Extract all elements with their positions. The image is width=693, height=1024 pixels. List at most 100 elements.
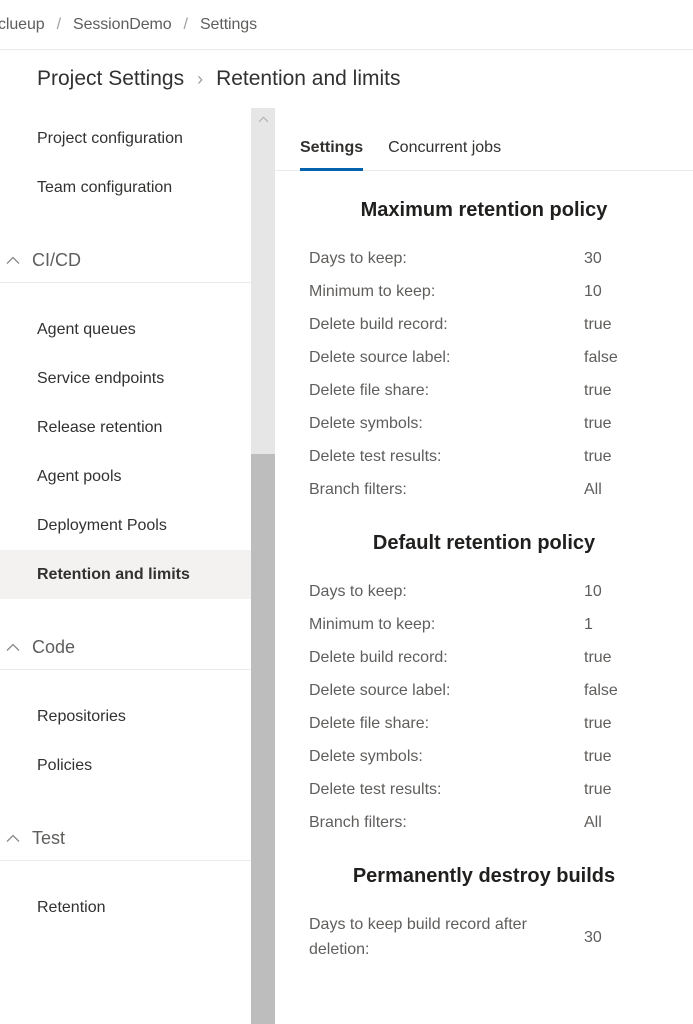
table-row: Days to keep build record after deletion… <box>309 908 693 962</box>
settings-sidebar: Project configuration Team configuration… <box>0 108 275 1024</box>
scrollbar-up-arrow-button[interactable] <box>251 108 275 130</box>
row-value: 30 <box>584 242 693 275</box>
row-key: Delete source label: <box>309 674 584 707</box>
table-row: Branch filters: All <box>309 473 693 506</box>
row-value: true <box>584 440 693 473</box>
sidebar-item-label: Repositories <box>37 708 126 726</box>
sidebar-item-label: Project configuration <box>37 130 183 148</box>
sidebar-item-agent-queues[interactable]: Agent queues <box>0 305 275 354</box>
row-value: 30 <box>584 908 693 950</box>
sidebar-group-label: CI/CD <box>32 250 81 271</box>
row-key: Delete build record: <box>309 308 584 341</box>
table-row: Delete file share: true <box>309 374 693 407</box>
section-title-permanently-destroy-builds: Permanently destroy builds <box>275 839 693 908</box>
row-value: All <box>584 806 693 839</box>
row-value: true <box>584 641 693 674</box>
table-row: Days to keep: 30 <box>309 242 693 275</box>
breadcrumb-separator: / <box>184 16 188 34</box>
row-value: 10 <box>584 275 693 308</box>
row-key: Minimum to keep: <box>309 275 584 308</box>
row-key: Delete file share: <box>309 707 584 740</box>
default-retention-policy-table: Days to keep: 10 Minimum to keep: 1 Dele… <box>275 575 693 839</box>
sidebar-scrollbar[interactable] <box>251 108 275 1024</box>
sidebar-item-policies[interactable]: Policies <box>0 741 275 790</box>
row-key: Delete source label: <box>309 341 584 374</box>
sidebar-item-project-configuration[interactable]: Project configuration <box>0 114 275 163</box>
row-key: Delete file share: <box>309 374 584 407</box>
page-title: Project Settings › Retention and limits <box>0 50 693 108</box>
sidebar-item-label: Retention <box>37 899 106 917</box>
settings-content: Settings Concurrent jobs Maximum retenti… <box>275 108 693 1024</box>
table-row: Delete build record: true <box>309 641 693 674</box>
row-key: Delete test results: <box>309 440 584 473</box>
tab-settings[interactable]: Settings <box>300 139 363 170</box>
sidebar-item-team-configuration[interactable]: Team configuration <box>0 163 275 212</box>
sidebar-item-label: Team configuration <box>37 179 172 197</box>
row-value: false <box>584 674 693 707</box>
row-key: Minimum to keep: <box>309 608 584 641</box>
sidebar-item-test-retention[interactable]: Retention <box>0 883 275 932</box>
sidebar-item-retention-and-limits[interactable]: Retention and limits <box>0 550 275 599</box>
page-title-parent[interactable]: Project Settings <box>37 67 184 91</box>
sidebar-group-cicd: CI/CD <box>0 238 275 283</box>
sidebar-item-label: Agent pools <box>37 468 122 486</box>
row-key: Days to keep: <box>309 575 584 608</box>
sidebar-item-service-endpoints[interactable]: Service endpoints <box>0 354 275 403</box>
sidebar-group-header-code[interactable]: Code <box>0 625 275 669</box>
section-title-maximum-retention-policy: Maximum retention policy <box>275 171 693 242</box>
table-row: Delete test results: true <box>309 773 693 806</box>
sidebar-item-label: Policies <box>37 757 92 775</box>
tab-label: Settings <box>300 139 363 156</box>
scrollbar-thumb[interactable] <box>251 454 275 1024</box>
tab-bar: Settings Concurrent jobs <box>275 108 693 171</box>
sidebar-nav-list: Project configuration Team configuration… <box>0 108 275 932</box>
chevron-up-icon <box>0 834 26 843</box>
row-value: true <box>584 740 693 773</box>
breadcrumb-item-settings[interactable]: Settings <box>200 16 257 34</box>
sidebar-group-spacer <box>0 861 275 883</box>
sidebar-item-repositories[interactable]: Repositories <box>0 692 275 741</box>
sidebar-group-header-cicd[interactable]: CI/CD <box>0 238 275 282</box>
breadcrumb-item-project[interactable]: SessionDemo <box>73 16 172 34</box>
row-value: true <box>584 308 693 341</box>
maximum-retention-policy-table: Days to keep: 30 Minimum to keep: 10 Del… <box>275 242 693 506</box>
sidebar-group-code: Code <box>0 625 275 670</box>
chevron-up-icon <box>0 256 26 265</box>
row-key: Delete test results: <box>309 773 584 806</box>
breadcrumb-item-org[interactable]: clueup <box>0 16 45 34</box>
sidebar-item-label: Agent queues <box>37 321 136 339</box>
page-title-current: Retention and limits <box>216 67 400 91</box>
permanently-destroy-builds-table: Days to keep build record after deletion… <box>275 908 693 962</box>
row-value: true <box>584 773 693 806</box>
table-row: Minimum to keep: 10 <box>309 275 693 308</box>
tab-concurrent-jobs[interactable]: Concurrent jobs <box>388 139 501 170</box>
row-value: true <box>584 374 693 407</box>
page-title-separator-icon: › <box>197 69 203 90</box>
table-row: Delete source label: false <box>309 674 693 707</box>
sidebar-item-agent-pools[interactable]: Agent pools <box>0 452 275 501</box>
row-key: Delete symbols: <box>309 740 584 773</box>
sidebar-item-deployment-pools[interactable]: Deployment Pools <box>0 501 275 550</box>
table-row: Delete symbols: true <box>309 740 693 773</box>
row-value: true <box>584 407 693 440</box>
sidebar-item-label: Service endpoints <box>37 370 164 388</box>
settings-panel: Maximum retention policy Days to keep: 3… <box>275 171 693 962</box>
table-row: Delete test results: true <box>309 440 693 473</box>
row-key: Delete symbols: <box>309 407 584 440</box>
row-key: Days to keep: <box>309 242 584 275</box>
sidebar-group-header-test[interactable]: Test <box>0 816 275 860</box>
table-row: Delete file share: true <box>309 707 693 740</box>
body-split: Project configuration Team configuration… <box>0 108 693 1024</box>
section-title-default-retention-policy: Default retention policy <box>275 506 693 575</box>
row-key: Branch filters: <box>309 806 584 839</box>
chevron-up-icon <box>0 643 26 652</box>
table-row: Delete symbols: true <box>309 407 693 440</box>
sidebar-item-release-retention[interactable]: Release retention <box>0 403 275 452</box>
breadcrumb: clueup / SessionDemo / Settings <box>0 0 693 50</box>
row-value: true <box>584 707 693 740</box>
sidebar-group-label: Code <box>32 637 75 658</box>
table-row: Minimum to keep: 1 <box>309 608 693 641</box>
row-value: false <box>584 341 693 374</box>
table-row: Days to keep: 10 <box>309 575 693 608</box>
sidebar-item-label: Release retention <box>37 419 162 437</box>
